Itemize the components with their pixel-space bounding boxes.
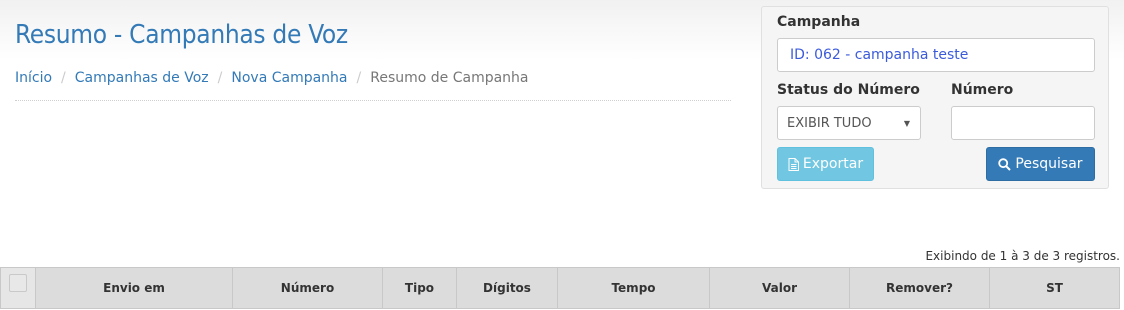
campaign-label: Campanha: [777, 14, 861, 30]
filter-panel: Campanha Status do Número Número EXIBIR …: [761, 6, 1109, 189]
chevron-down-icon: ▼: [903, 119, 910, 128]
column-header-numero[interactable]: Número: [232, 267, 383, 309]
results-table: Envio em Número Tipo Dígitos Tempo Valor…: [0, 267, 1120, 309]
table-header-row: Envio em Número Tipo Dígitos Tempo Valor…: [0, 267, 1120, 309]
search-button-label: Pesquisar: [1015, 156, 1083, 172]
records-info: Exibindo de 1 à 3 de 3 registros.: [925, 249, 1120, 263]
breadcrumb-nova-campanha[interactable]: Nova Campanha: [231, 70, 347, 86]
breadcrumb-separator: /: [61, 70, 66, 86]
search-icon: [998, 157, 1012, 171]
breadcrumb-inicio[interactable]: Início: [15, 70, 52, 86]
breadcrumb-campanhas-de-voz[interactable]: Campanhas de Voz: [75, 70, 209, 86]
export-button-label: Exportar: [802, 156, 864, 172]
title-divider: [15, 100, 731, 101]
status-select[interactable]: EXIBIR TUDO ▼: [777, 106, 921, 140]
breadcrumb-separator: /: [217, 70, 223, 86]
column-header-digitos[interactable]: Dígitos: [456, 267, 558, 309]
select-all-cell: [0, 267, 36, 309]
breadcrumb: Início / Campanhas de Voz / Nova Campanh…: [15, 70, 529, 86]
select-all-checkbox[interactable]: [9, 273, 27, 292]
column-header-valor[interactable]: Valor: [709, 267, 850, 309]
number-label: Número: [951, 82, 1014, 98]
column-header-envio-em[interactable]: Envio em: [35, 267, 233, 309]
column-header-st[interactable]: ST: [989, 267, 1120, 309]
column-header-tipo[interactable]: Tipo: [382, 267, 457, 309]
file-text-icon: [788, 157, 799, 171]
campaign-field[interactable]: [777, 38, 1095, 72]
column-header-remover[interactable]: Remover?: [849, 267, 990, 309]
page-title: Resumo - Campanhas de Voz: [15, 20, 348, 50]
column-header-tempo[interactable]: Tempo: [557, 267, 710, 309]
search-button[interactable]: Pesquisar: [986, 147, 1095, 181]
status-label: Status do Número: [777, 82, 920, 98]
breadcrumb-separator: /: [356, 70, 362, 86]
number-field[interactable]: [951, 106, 1095, 140]
status-select-value: EXIBIR TUDO: [787, 115, 872, 131]
export-button[interactable]: Exportar: [777, 147, 874, 181]
breadcrumb-current: Resumo de Campanha: [370, 70, 529, 86]
